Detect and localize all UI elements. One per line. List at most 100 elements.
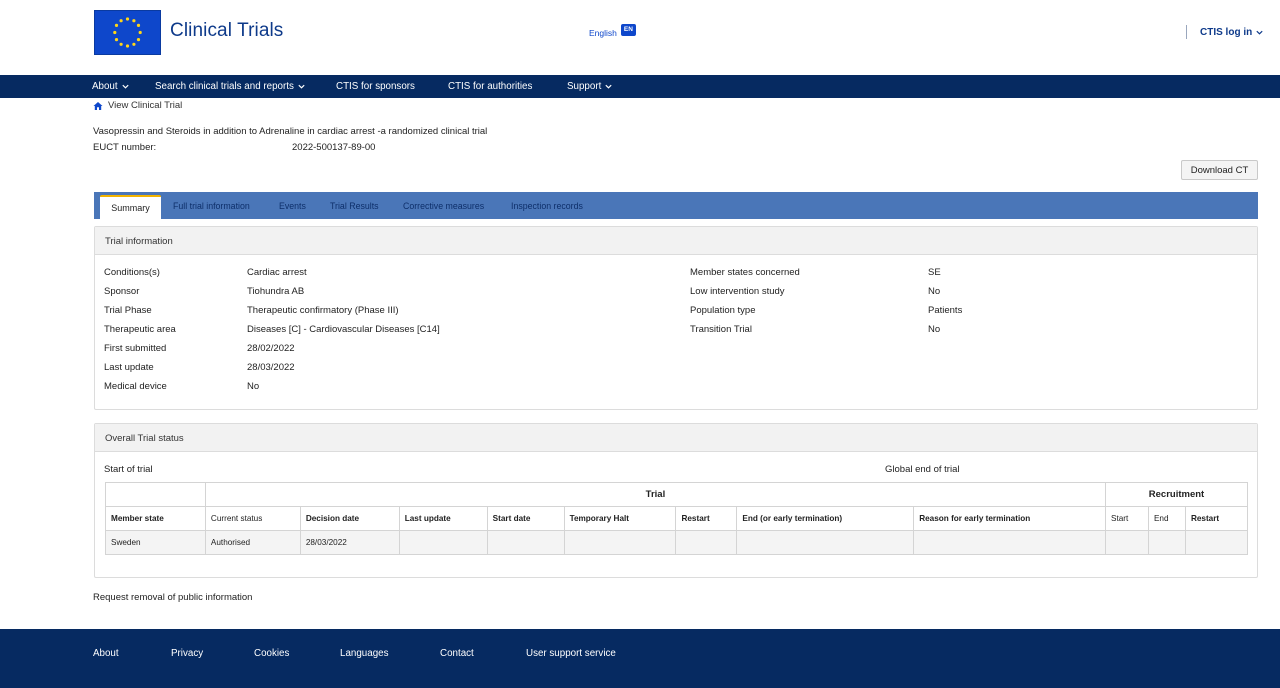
- field-value: Diseases [C] - Cardiovascular Diseases […: [247, 324, 440, 335]
- chevron-down-icon: [605, 84, 612, 89]
- column-header: Temporary Halt: [563, 506, 677, 531]
- table-cell: [1105, 530, 1149, 555]
- breadcrumb-current: View Clinical Trial: [108, 100, 183, 111]
- chevron-down-icon: [298, 84, 305, 89]
- field-label: Trial Phase: [104, 305, 152, 316]
- nav-item-label: Support: [567, 81, 602, 92]
- column-header: Reason for early termination: [913, 506, 1106, 531]
- field-value: Therapeutic confirmatory (Phase III): [247, 305, 399, 316]
- panel-heading: Overall Trial status: [95, 424, 1257, 452]
- login-divider: [1186, 25, 1187, 39]
- field-value: SE: [928, 267, 941, 278]
- language-selector[interactable]: English EN: [589, 24, 636, 39]
- table-cell: 28/03/2022: [299, 530, 400, 555]
- site-header: Clinical Trials English EN CTIS log in: [0, 0, 1280, 75]
- footer-link-contact[interactable]: Contact: [440, 648, 474, 659]
- field-value: Patients: [928, 305, 963, 316]
- tab-trial-results[interactable]: Trial Results: [330, 201, 379, 211]
- table-cell: [736, 530, 915, 555]
- overall-trial-status-panel: Overall Trial status Start of trial Glob…: [94, 423, 1258, 578]
- field-value: 28/02/2022: [247, 343, 295, 354]
- trial-status-table: Trial Recruitment Member state Current s…: [105, 482, 1249, 555]
- field-value: No: [928, 286, 941, 297]
- footer-link-user-support[interactable]: User support service: [526, 648, 616, 659]
- home-icon[interactable]: [93, 101, 103, 111]
- login-button[interactable]: CTIS log in: [1200, 27, 1264, 38]
- tab-bar: Summary Full trial information Events Tr…: [94, 192, 1258, 219]
- tab-inspection-records[interactable]: Inspection records: [511, 201, 583, 211]
- download-ct-button[interactable]: Download CT: [1181, 160, 1258, 180]
- field-label: Member states concerned: [690, 267, 800, 278]
- chevron-down-icon: [1256, 30, 1263, 35]
- field-value: Tiohundra AB: [247, 286, 305, 297]
- table-cell: [486, 530, 565, 555]
- tab-events[interactable]: Events: [279, 201, 306, 211]
- field-label: Sponsor: [104, 286, 140, 297]
- table-cell: [913, 530, 1106, 555]
- table-cell: [398, 530, 488, 555]
- nav-item-ctis-sponsors[interactable]: CTIS for sponsors: [336, 81, 415, 92]
- breadcrumb: View Clinical Trial: [93, 100, 182, 111]
- table-cell: [1184, 530, 1249, 555]
- trial-information-panel: Trial information Conditions(s) Cardiac …: [94, 226, 1258, 410]
- field-label: Therapeutic area: [104, 324, 176, 335]
- panel-heading: Trial information: [95, 227, 1257, 255]
- euct-number-value: 2022-500137-89-00: [292, 142, 376, 153]
- column-header: Restart: [1184, 506, 1249, 531]
- table-cell: Sweden: [105, 530, 206, 555]
- table-cell: [675, 530, 738, 555]
- field-value: No: [928, 324, 941, 335]
- chevron-down-icon: [121, 84, 129, 89]
- tab-summary[interactable]: Summary: [100, 195, 161, 219]
- request-removal-link[interactable]: Request removal of public information: [93, 592, 252, 603]
- tab-full-trial-information[interactable]: Full trial information: [173, 201, 250, 211]
- column-header: Current status: [204, 506, 301, 531]
- field-label: Last update: [104, 362, 154, 373]
- table-cell: [1147, 530, 1186, 555]
- nav-item-label: About: [92, 81, 118, 92]
- footer-link-cookies[interactable]: Cookies: [254, 648, 289, 659]
- main-navigation: About Search clinical trials and reports…: [0, 75, 1280, 98]
- tab-corrective-measures[interactable]: Corrective measures: [403, 201, 484, 211]
- nav-item-ctis-authorities[interactable]: CTIS for authorities: [448, 81, 532, 92]
- column-header: Member state: [105, 506, 206, 531]
- field-value: 28/03/2022: [247, 362, 295, 373]
- footer-link-privacy[interactable]: Privacy: [171, 648, 203, 659]
- login-label: CTIS log in: [1200, 27, 1253, 38]
- column-header: Restart: [675, 506, 738, 531]
- field-label: Transition Trial: [690, 324, 752, 335]
- field-value: Cardiac arrest: [247, 267, 307, 278]
- site-footer: About Privacy Cookies Languages Contact …: [0, 629, 1280, 688]
- field-label: First submitted: [104, 343, 167, 354]
- nav-item-about[interactable]: About: [92, 81, 130, 92]
- table-row: Sweden Authorised 28/03/2022: [105, 530, 1249, 555]
- site-title[interactable]: Clinical Trials: [170, 20, 283, 42]
- nav-item-label: CTIS for sponsors: [336, 81, 415, 92]
- group-header-trial: Trial: [204, 482, 1107, 507]
- nav-item-support[interactable]: Support: [567, 81, 613, 92]
- table-cell: [563, 530, 677, 555]
- nav-item-search[interactable]: Search clinical trials and reports: [155, 81, 306, 92]
- euct-number-label: EUCT number:: [93, 142, 157, 153]
- field-value: No: [247, 381, 260, 392]
- column-header: Start date: [486, 506, 565, 531]
- table-cell: Authorised: [204, 530, 301, 555]
- field-label: Population type: [690, 305, 756, 316]
- column-header: Last update: [398, 506, 488, 531]
- eu-flag-logo[interactable]: [94, 10, 161, 55]
- column-header: End (or early termination): [736, 506, 915, 531]
- trial-title: Vasopressin and Steroids in addition to …: [93, 126, 488, 137]
- column-header: Start: [1105, 506, 1149, 531]
- field-label: Low intervention study: [690, 286, 785, 297]
- footer-link-languages[interactable]: Languages: [340, 648, 389, 659]
- footer-link-about[interactable]: About: [93, 648, 119, 659]
- start-of-trial-label: Start of trial: [104, 464, 153, 475]
- nav-item-label: CTIS for authorities: [448, 81, 533, 92]
- language-label: English: [589, 28, 617, 38]
- column-header: Decision date: [299, 506, 400, 531]
- field-label: Conditions(s): [104, 267, 160, 278]
- column-header: End: [1147, 506, 1186, 531]
- nav-item-label: Search clinical trials and reports: [155, 81, 294, 92]
- group-header-recruitment: Recruitment: [1105, 482, 1248, 507]
- language-code-badge: EN: [620, 24, 636, 36]
